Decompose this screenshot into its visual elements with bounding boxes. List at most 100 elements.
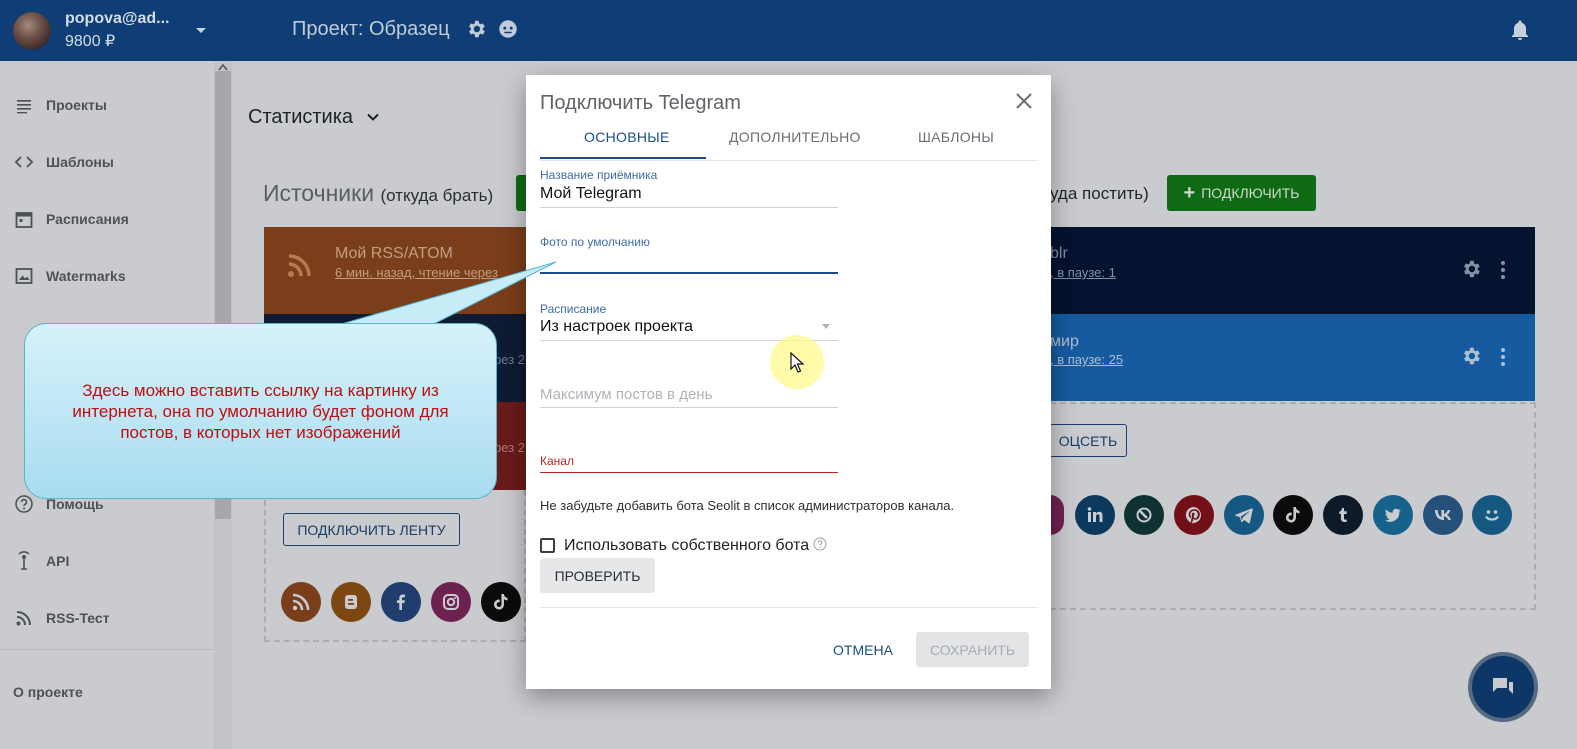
sidebar-item-about[interactable]: О проекте bbox=[13, 684, 83, 700]
check-button[interactable]: ПРОВЕРИТЬ bbox=[540, 558, 655, 593]
gear-icon[interactable] bbox=[465, 18, 487, 40]
project-title: Проект: Образец bbox=[292, 18, 450, 40]
blogger-source-icon[interactable] bbox=[331, 582, 371, 622]
sidebar-item-label: Шаблоны bbox=[46, 154, 114, 170]
close-icon[interactable] bbox=[1015, 92, 1033, 110]
vk-target-icon[interactable] bbox=[1423, 495, 1463, 535]
tumblr-target-icon[interactable] bbox=[1323, 495, 1363, 535]
cancel-button[interactable]: ОТМЕНА bbox=[826, 632, 900, 667]
avatar[interactable] bbox=[13, 12, 51, 50]
tab-templates[interactable]: ШАБЛОНЫ bbox=[918, 129, 994, 145]
connect-social-button[interactable]: ОЦСЕТЬ bbox=[1050, 424, 1127, 457]
linkedin-icon bbox=[1087, 507, 1103, 522]
instagram-source-icon[interactable] bbox=[431, 582, 471, 622]
sidebar-item-projects[interactable]: Проекты bbox=[14, 93, 107, 117]
caret-down-icon[interactable] bbox=[193, 22, 209, 38]
target-card-blue[interactable]: мир , в паузе: 25 bbox=[1050, 314, 1535, 401]
twitter-target-icon[interactable] bbox=[1373, 495, 1413, 535]
more-vertical-icon[interactable] bbox=[1499, 347, 1507, 367]
sidebar-item-watermarks[interactable]: Watermarks bbox=[14, 264, 126, 288]
source-meta[interactable]: 6 мин. назад, чтение через bbox=[335, 265, 498, 280]
blogger-icon bbox=[345, 595, 357, 609]
tiktok-source-icon[interactable] bbox=[481, 582, 521, 622]
sources-subtitle: (откуда брать) bbox=[380, 186, 494, 205]
calendar-icon bbox=[15, 212, 33, 228]
tiktok-icon bbox=[1286, 507, 1300, 523]
livejournal-icon bbox=[1136, 507, 1152, 523]
target-card-navy[interactable]: blr , в паузе: 1 bbox=[1050, 227, 1535, 314]
telegram-target-icon[interactable] bbox=[1224, 495, 1264, 535]
instagram-icon bbox=[443, 594, 459, 610]
api-icon bbox=[18, 551, 30, 570]
linkedin-target-icon[interactable] bbox=[1075, 495, 1115, 535]
footer-divider bbox=[540, 607, 1037, 608]
channel-input[interactable] bbox=[540, 472, 838, 473]
receiver-name-input[interactable]: Мой Telegram bbox=[540, 185, 642, 203]
bot-admin-note: Не забудьте добавить бота Seolit в списо… bbox=[540, 498, 955, 513]
tiktok-icon bbox=[494, 594, 508, 610]
max-posts-input[interactable]: Максимум постов в день bbox=[540, 386, 712, 403]
help-icon bbox=[15, 495, 33, 513]
sidebar-item-label: RSS-Тест bbox=[46, 610, 110, 626]
user-email[interactable]: popova@ad... bbox=[65, 10, 170, 28]
connect-target-label: ПОДКЛЮЧИТЬ bbox=[1201, 185, 1300, 201]
source-card-rss[interactable]: Мой RSS/ATOM 6 мин. назад, чтение через bbox=[264, 227, 526, 314]
sidebar-item-api[interactable]: API bbox=[14, 549, 69, 573]
gear-icon[interactable] bbox=[1460, 345, 1482, 367]
connect-feed-button[interactable]: ПОДКЛЮЧИТЬ ЛЕНТУ bbox=[283, 513, 460, 546]
smiley-icon bbox=[1485, 510, 1499, 521]
smile-target-icon[interactable] bbox=[1472, 495, 1512, 535]
list-icon bbox=[17, 100, 31, 114]
save-button[interactable]: СОХРАНИТЬ bbox=[916, 632, 1029, 667]
user-balance: 9800 ₽ bbox=[65, 33, 116, 50]
tiktok-target-icon[interactable] bbox=[1273, 495, 1313, 535]
source-name: Мой RSS/ATOM bbox=[335, 245, 453, 262]
target-name: мир bbox=[1050, 333, 1079, 350]
target-meta[interactable]: , в паузе: 1 bbox=[1050, 265, 1116, 280]
chevron-down-icon[interactable] bbox=[364, 108, 382, 126]
top-bar: popova@ad... 9800 ₽ Проект: Образец bbox=[0, 0, 1577, 61]
receiver-name-label: Название приёмника bbox=[540, 168, 658, 182]
targets-subtitle: уда постить) bbox=[1050, 184, 1149, 203]
sidebar-item-schedules[interactable]: Расписания bbox=[14, 207, 129, 231]
sidebar-divider bbox=[0, 649, 214, 650]
rss-icon bbox=[292, 593, 310, 611]
schedule-label: Расписание bbox=[540, 302, 607, 316]
tab-advanced[interactable]: ДОПОЛНИТЕЛЬНО bbox=[729, 129, 861, 145]
dialog-title: Подключить Telegram bbox=[540, 92, 741, 114]
livejournal-target-icon[interactable] bbox=[1124, 495, 1164, 535]
sources-title: Источники (откуда брать) bbox=[263, 180, 493, 207]
callout-text: Здесь можно вставить ссылку на картинку … bbox=[72, 380, 449, 442]
sidebar-item-rss-test[interactable]: RSS-Тест bbox=[14, 606, 110, 630]
statistics-title[interactable]: Статистика bbox=[248, 106, 353, 129]
sidebar-item-label: Watermarks bbox=[46, 268, 126, 284]
own-bot-label[interactable]: Использовать собственного бота bbox=[564, 537, 809, 555]
rss-icon bbox=[16, 611, 31, 626]
telegram-icon bbox=[1235, 508, 1253, 524]
bell-icon[interactable] bbox=[1508, 18, 1532, 42]
active-tab-indicator bbox=[540, 157, 706, 159]
more-vertical-icon[interactable] bbox=[1499, 260, 1507, 280]
robot-face-icon[interactable] bbox=[497, 18, 519, 40]
scroll-up-icon[interactable] bbox=[218, 63, 228, 71]
source-meta: рез 2 bbox=[494, 352, 525, 367]
connect-target-button[interactable]: + ПОДКЛЮЧИТЬ bbox=[1167, 175, 1316, 211]
rss-source-icon[interactable] bbox=[281, 582, 321, 622]
default-photo-input[interactable] bbox=[540, 272, 838, 274]
sidebar-item-label: Расписания bbox=[46, 211, 129, 227]
own-bot-checkbox[interactable] bbox=[540, 538, 555, 553]
gear-icon[interactable] bbox=[1460, 258, 1482, 280]
tab-basic[interactable]: ОСНОВНЫЕ bbox=[584, 129, 670, 145]
schedule-select[interactable]: Из настроек проекта bbox=[540, 318, 693, 336]
help-icon[interactable] bbox=[813, 537, 827, 551]
receiver-name-underline bbox=[540, 207, 838, 208]
dropdown-arrow-icon[interactable] bbox=[822, 324, 830, 329]
pinterest-target-icon[interactable] bbox=[1174, 495, 1214, 535]
sidebar-item-templates[interactable]: Шаблоны bbox=[14, 150, 114, 174]
chat-icon bbox=[1493, 678, 1513, 694]
target-meta[interactable]: , в паузе: 25 bbox=[1050, 352, 1123, 367]
image-icon bbox=[15, 268, 33, 284]
facebook-source-icon[interactable] bbox=[381, 582, 421, 622]
code-icon bbox=[14, 156, 34, 168]
chat-button[interactable] bbox=[1472, 656, 1534, 718]
